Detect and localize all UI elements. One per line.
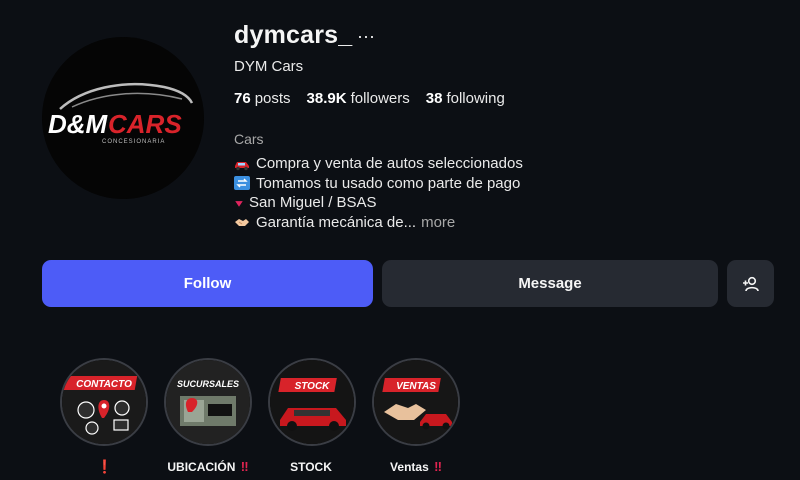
bio-line: Compra y venta de autos seleccionados bbox=[234, 154, 523, 174]
story-highlight-contacto[interactable]: CONTACTO ❗ bbox=[58, 358, 150, 475]
car-icon bbox=[235, 161, 249, 170]
highlight-label: UBICACIÓN ‼ bbox=[167, 459, 249, 474]
highlight-label: STOCK bbox=[290, 460, 332, 474]
followers-stat[interactable]: 38.9K followers bbox=[307, 90, 410, 107]
following-label: following bbox=[446, 90, 505, 107]
story-highlight-stock[interactable]: STOCK STOCK bbox=[266, 358, 358, 474]
bio-line: San Miguel / BSAS bbox=[234, 193, 523, 213]
add-user-icon bbox=[742, 276, 759, 291]
exchange-icon bbox=[234, 176, 250, 191]
highlight-marker: ❗ bbox=[96, 459, 114, 474]
highlight-marker: ‼ bbox=[240, 459, 249, 474]
highlight-cover-text: CONTACTO bbox=[76, 379, 132, 390]
highlight-label: Ventas ‼ bbox=[390, 459, 442, 474]
logo-text-accent: CARS bbox=[108, 109, 182, 139]
followers-label: followers bbox=[350, 90, 410, 107]
follow-button-label: Follow bbox=[183, 275, 232, 292]
bio-line-text: Tomamos tu usado como parte de pago bbox=[256, 174, 521, 192]
story-highlight-ventas[interactable]: VENTAS Ventas ‼ bbox=[370, 358, 462, 474]
profile-full-name: DYM Cars bbox=[234, 58, 304, 75]
suggested-users-button[interactable] bbox=[727, 260, 774, 307]
highlight-cover[interactable]: STOCK bbox=[268, 358, 356, 446]
logo-text-sub: CONCESIONARIA bbox=[102, 139, 165, 145]
highlight-cover[interactable]: VENTAS bbox=[372, 358, 460, 446]
message-button[interactable]: Message bbox=[382, 260, 718, 307]
profile-category: Cars bbox=[234, 131, 264, 147]
highlight-cover-text: VENTAS bbox=[396, 381, 436, 392]
message-button-label: Message bbox=[518, 275, 582, 292]
highlight-cover-text: STOCK bbox=[295, 381, 331, 392]
highlight-cover-text: SUCURSALES bbox=[177, 379, 239, 389]
following-count: 38 bbox=[425, 90, 443, 107]
highlight-cover[interactable]: SUCURSALES bbox=[164, 358, 252, 446]
posts-label: posts bbox=[254, 90, 291, 107]
posts-count: 76 bbox=[234, 90, 251, 107]
bio-line-text: Garantía mecánica de... bbox=[256, 213, 417, 231]
profile-stats: 76 posts 38.9K followers 38 following bbox=[234, 90, 505, 107]
highlight-cover[interactable]: CONTACTO bbox=[60, 358, 148, 446]
highlight-marker: ‼ bbox=[434, 459, 442, 474]
posts-stat[interactable]: 76 posts bbox=[234, 90, 291, 107]
story-highlight-ubicacion[interactable]: SUCURSALES UBICACIÓN ‼ bbox=[162, 358, 254, 474]
bio-line-text: Compra y venta de autos seleccionados bbox=[256, 155, 523, 172]
following-stat[interactable]: 38 following bbox=[426, 90, 505, 107]
profile-bio: Compra y venta de autos seleccionados To… bbox=[234, 154, 523, 232]
profile-username: dymcars_ bbox=[234, 21, 353, 49]
highlight-label: ❗ bbox=[58, 459, 150, 475]
profile-avatar[interactable]: D&M CARS CONCESIONARIA bbox=[42, 37, 204, 199]
location-pin-icon bbox=[235, 200, 243, 207]
follow-button[interactable]: Follow bbox=[42, 260, 373, 307]
bio-line-text: San Miguel / BSAS bbox=[249, 194, 377, 211]
followers-count: 38.9K bbox=[306, 90, 347, 107]
bio-line: Garantía mecánica de... more bbox=[234, 213, 523, 233]
handshake-icon bbox=[235, 219, 249, 227]
logo-text-main: D&M bbox=[48, 109, 109, 139]
bio-line: Tomamos tu usado como parte de pago bbox=[234, 174, 523, 194]
bio-more-link[interactable]: more bbox=[421, 213, 455, 233]
more-options-icon[interactable]: ··· bbox=[357, 27, 375, 45]
